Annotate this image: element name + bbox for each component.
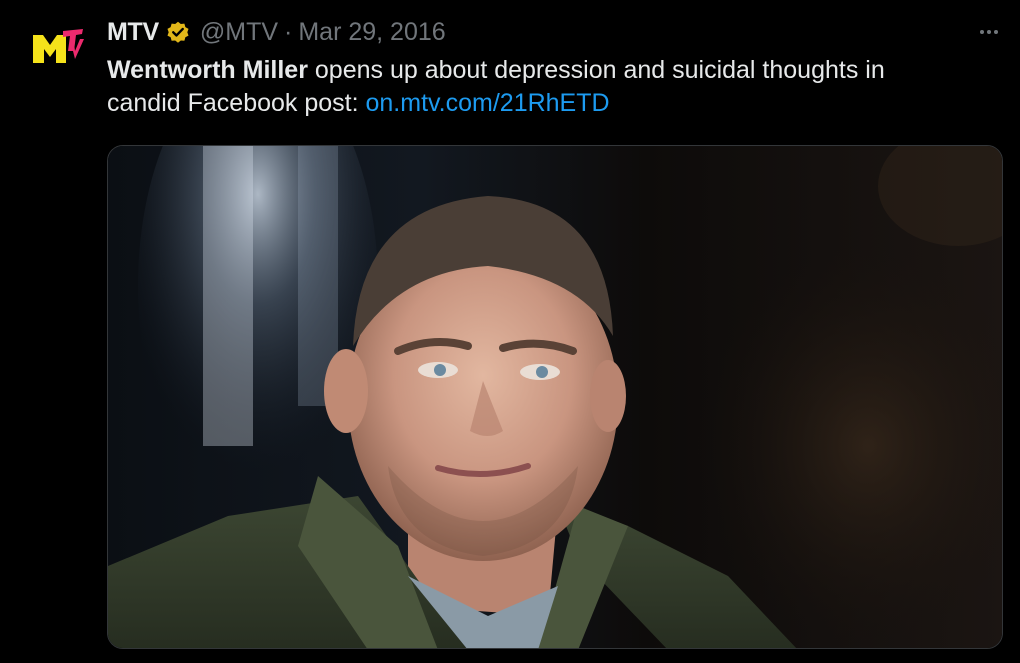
separator-dot: · xyxy=(284,17,293,46)
display-name[interactable]: MTV xyxy=(107,18,159,47)
more-horizontal-icon[interactable] xyxy=(972,20,1006,44)
avatar[interactable] xyxy=(33,29,85,67)
tweet-text: Wentworth Miller opens up about depressi… xyxy=(107,54,987,120)
verified-badge-icon[interactable] xyxy=(165,19,191,45)
tweet-card[interactable]: MTV @MTV · Mar 29, 2016 Wentworth Miller… xyxy=(0,0,1020,663)
tweet-media-photo[interactable] xyxy=(107,145,1003,649)
tweet-text-line1: opens up about depression and suicidal t… xyxy=(307,56,885,84)
tweet-date[interactable]: Mar 29, 2016 xyxy=(298,18,445,47)
tweet-text-line2: candid Facebook post: xyxy=(107,89,366,117)
tweet-link[interactable]: on.mtv.com/21RhETD xyxy=(366,89,610,117)
handle[interactable]: @MTV xyxy=(200,18,278,47)
tweet-text-bold: Wentworth Miller xyxy=(107,56,308,84)
tweet-header: MTV @MTV · Mar 29, 2016 xyxy=(107,14,446,50)
